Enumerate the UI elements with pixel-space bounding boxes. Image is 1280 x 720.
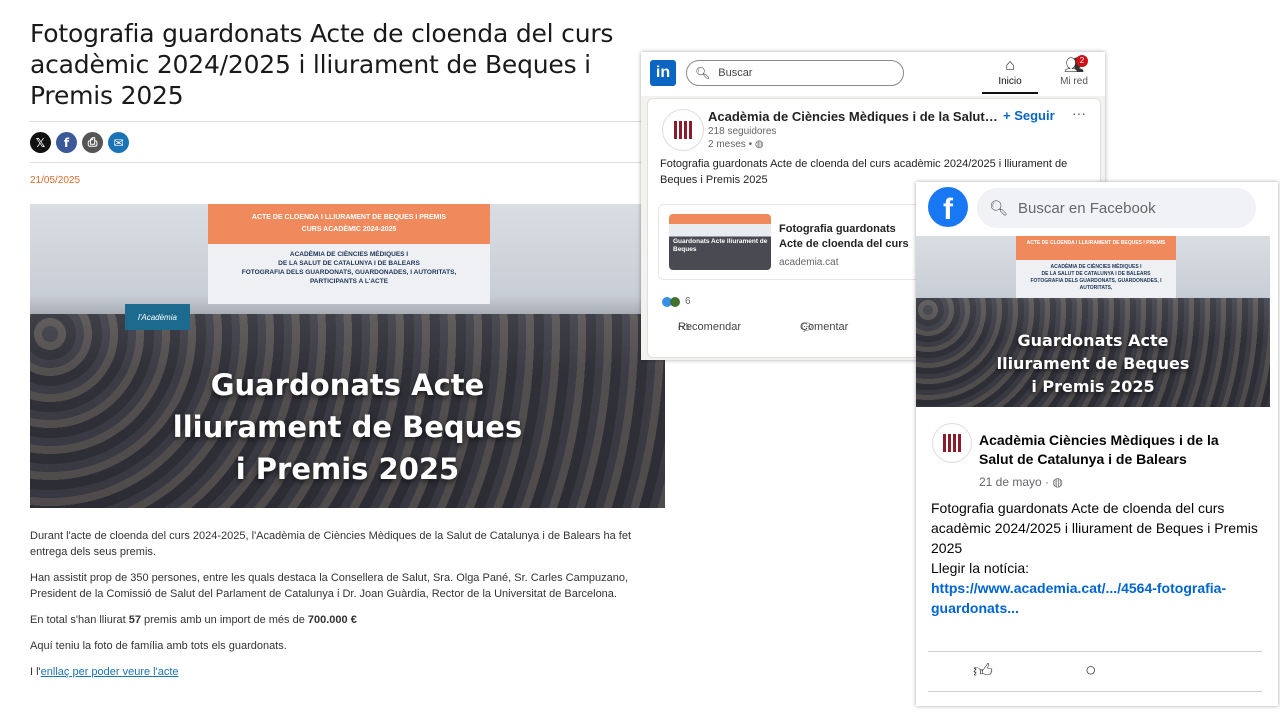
org-name[interactable]: Acadèmia Ciències Mèdiques i de la Salut… — [979, 431, 1249, 469]
nav-network[interactable]: 👥︎ 2 Mi red — [1046, 55, 1102, 87]
facebook-screenshot: f 🔍︎ Buscar en Facebook ACTE DE CLOENDA … — [916, 182, 1278, 706]
post-body: Fotografia guardonats Acte de cloenda de… — [931, 500, 1258, 556]
linkedin-topbar: in 🔍︎ Buscar ⌂ Inicio 👥︎ 2 Mi red — [641, 52, 1105, 96]
reactions[interactable]: 6 — [662, 296, 691, 307]
followers-count: 218 seguidores — [708, 126, 777, 137]
academia-sign: l'Acadèmia — [125, 304, 190, 330]
hero-overlay-line: Guardonats Acte — [210, 368, 485, 402]
image-banner: ACTE DE CLOENDA I LLIURAMENT DE BEQUES I… — [1016, 236, 1176, 260]
hero-screen-line: PARTICIPANTS A L'ACTE — [309, 278, 389, 285]
divider — [928, 651, 1262, 652]
article: Fotografia guardonats Acte de cloenda de… — [30, 18, 665, 690]
reaction-count: 6 — [685, 296, 691, 307]
hero-banner: ACTE DE CLOENDA I LLIURAMENT DE BEQUES I… — [208, 204, 490, 244]
post-date: 21 de mayo · ◍ — [979, 475, 1063, 489]
globe-icon: ◍ — [1052, 475, 1063, 489]
share-bar: 𝕏 f ⎙ ✉ — [30, 122, 665, 162]
facebook-topbar: f 🔍︎ Buscar en Facebook — [916, 182, 1278, 236]
article-body: Durant l'acte de cloenda del curs 2024-2… — [30, 528, 665, 680]
hero-screen-line: DE LA SALUT DE CATALUNYA I DE BALEARS — [278, 260, 420, 267]
facebook-search-input[interactable]: 🔍︎ Buscar en Facebook — [977, 188, 1256, 228]
email-icon[interactable]: ✉ — [108, 132, 129, 153]
nav-home[interactable]: ⌂ Inicio — [982, 56, 1038, 94]
hero-banner-line: CURS ACADÈMIC 2024-2025 — [301, 226, 397, 233]
x-share-icon[interactable]: 𝕏 — [30, 132, 51, 153]
search-icon: 🔍︎ — [695, 66, 711, 80]
linkedin-search-input[interactable]: 🔍︎ Buscar — [686, 60, 904, 86]
image-overlay-text: Guardonats Acte lliurament de Beques i P… — [916, 329, 1270, 398]
post-time: 2 meses • ◍ — [708, 139, 764, 150]
print-icon[interactable]: ⎙ — [82, 132, 103, 153]
paragraph: Han assistit prop de 350 persones, entre… — [30, 572, 629, 600]
facebook-post-image[interactable]: ACTE DE CLOENDA I LLIURAMENT DE BEQUES I… — [916, 236, 1270, 407]
paragraph: I l'enllaç per poder veure l'acte — [30, 664, 665, 680]
article-hero-image: ACTE DE CLOENDA I LLIURAMENT DE BEQUES I… — [30, 204, 665, 508]
more-options-icon[interactable]: ··· — [1072, 105, 1086, 121]
text: En total s'han lliurat — [30, 614, 129, 626]
hero-screen-line: ACADÈMIA DE CIÈNCIES MÈDIQUES I — [289, 251, 409, 258]
facebook-share-icon[interactable]: f — [56, 132, 77, 153]
search-icon: 🔍︎ — [989, 200, 1009, 217]
post-time-text: 2 meses • — [708, 139, 753, 150]
search-placeholder: Buscar — [718, 67, 753, 79]
hero-screen: ACADÈMIA DE CIÈNCIES MÈDIQUES I DE LA SA… — [208, 244, 490, 304]
image-overlay-line: i Premis 2025 — [1031, 377, 1155, 396]
link-thumbnail: Guardonats Acte lliurament de Beques — [669, 214, 771, 270]
paragraph: En total s'han lliurat 57 premis amb un … — [30, 612, 665, 628]
event-link[interactable]: enllaç per poder veure l'acte — [41, 666, 179, 678]
article-title: Fotografia guardonats Acte de cloenda de… — [30, 19, 614, 110]
text: premis amb un import de més de — [140, 614, 308, 626]
hero-overlay-line: i Premis 2025 — [235, 452, 460, 486]
paragraph: Aquí teniu la foto de família amb tots e… — [30, 640, 287, 652]
notification-badge: 2 — [1076, 55, 1088, 67]
link-domain: academia.cat — [779, 257, 839, 268]
text: I l' — [30, 666, 41, 678]
image-screen-line: ACADÈMIA DE CIÈNCIES MÈDIQUES I — [1050, 264, 1142, 270]
image-screen: ACADÈMIA DE CIÈNCIES MÈDIQUES I DE LA SA… — [1016, 260, 1176, 300]
hero-overlay-line: lliurament de Beques — [172, 410, 523, 444]
search-placeholder: Buscar en Facebook — [1018, 199, 1156, 217]
facebook-logo-icon[interactable]: f — [928, 187, 968, 227]
follow-button[interactable]: + Seguir — [1003, 108, 1055, 123]
paragraph: Durant l'acte de cloenda del curs 2024-2… — [30, 530, 632, 558]
divider — [928, 691, 1262, 692]
image-overlay-line: Guardonats Acte — [1017, 331, 1169, 350]
post-text: Fotografia guardonats Acte de cloenda de… — [931, 498, 1261, 618]
linkedin-logo-icon[interactable]: in — [650, 60, 676, 86]
celebrate-reaction-icon — [670, 296, 680, 307]
divider — [30, 162, 665, 163]
recommend-label: Recomendar — [678, 321, 741, 333]
news-link[interactable]: https://www.academia.cat/.../4564-fotogr… — [931, 580, 1226, 616]
org-avatar[interactable] — [662, 109, 704, 151]
link-title: Fotografia guardonats Acte de cloenda de… — [779, 223, 909, 250]
post-date-text: 21 de mayo · — [979, 475, 1050, 489]
org-avatar[interactable] — [932, 423, 972, 463]
academia-logo-icon — [674, 121, 692, 139]
network-icon: 👥︎ — [1063, 57, 1085, 74]
image-screen-line: DE LA SALUT DE CATALUNYA I DE BALEARS — [1041, 271, 1151, 277]
org-name[interactable]: Acadèmia de Ciències Mèdiques i de la Sa… — [708, 109, 998, 124]
academia-logo-icon — [943, 434, 961, 452]
hero-screen-line: FOTOGRAFIA DELS GUARDONATS, GUARDONADES,… — [241, 269, 457, 276]
nav-network-label: Mi red — [1060, 76, 1088, 87]
comment-label: Comentar — [800, 321, 849, 333]
like-icon[interactable]: 👍︎ — [973, 660, 993, 683]
hero-banner-line: ACTE DE CLOENDA I LLIURAMENT DE BEQUES I… — [251, 214, 447, 221]
prize-amount: 700.000 € — [307, 614, 357, 626]
prize-count: 57 — [128, 614, 141, 626]
image-overlay-line: lliurament de Beques — [996, 354, 1190, 373]
read-more-label: Llegir la notícia: — [931, 560, 1030, 576]
article-date: 21/05/2025 — [30, 175, 81, 186]
nav-home-label: Inicio — [998, 76, 1022, 87]
comment-icon[interactable]: ○ — [1085, 660, 1096, 682]
hero-overlay-text: Guardonats Acte lliurament de Beques i P… — [30, 364, 665, 490]
globe-icon: ◍ — [754, 139, 764, 150]
image-screen-line: FOTOGRAFIA DELS GUARDONATS, GUARDONADES,… — [1030, 278, 1162, 291]
home-icon: ⌂ — [1005, 57, 1015, 74]
